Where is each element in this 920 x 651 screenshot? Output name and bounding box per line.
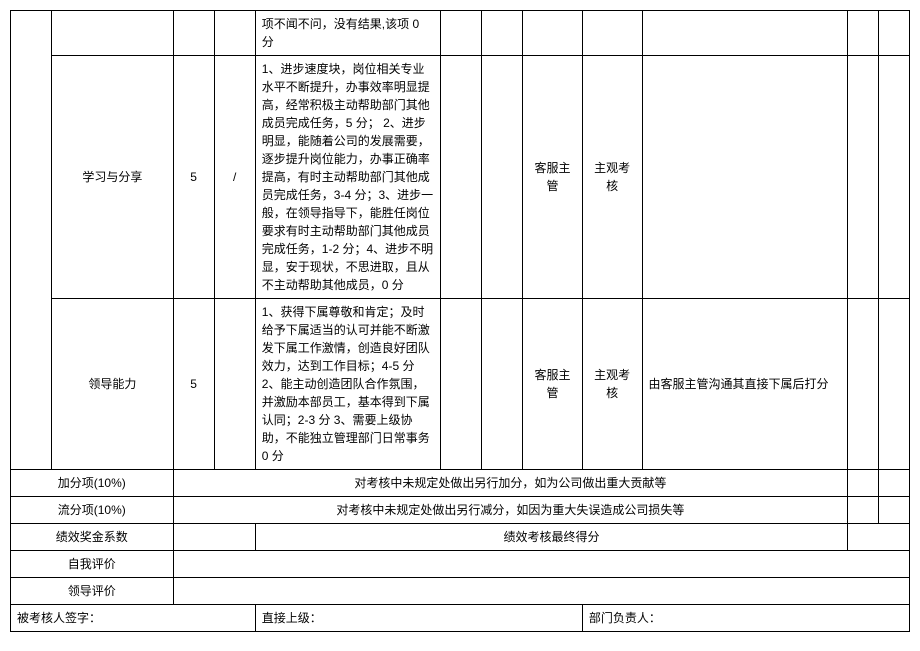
cell-empty [440, 56, 481, 299]
cell-empty [848, 497, 879, 524]
sign-supervisor: 直接上级： [255, 605, 582, 632]
leader-label: 领导评价 [11, 578, 174, 605]
table-row: 学习与分享 5 / 1、进步速度块，岗位相关专业水平不断提升，办事效率明显提高，… [11, 56, 910, 299]
cell-empty [440, 11, 481, 56]
deduct-desc: 对考核中未规定处做出另行减分，如因为重大失误造成公司损失等 [173, 497, 848, 524]
cell-empty [11, 11, 52, 470]
deduct-row: 流分项(10%) 对考核中未规定处做出另行减分，如因为重大失误造成公司损失等 [11, 497, 910, 524]
slash-cell: / [214, 56, 255, 299]
bonus-label: 加分项(10%) [11, 470, 174, 497]
coef-desc: 绩效考核最终得分 [255, 524, 847, 551]
coef-row: 绩效奖金系数 绩效考核最终得分 [11, 524, 910, 551]
evaluator-cell: 客服主管 [523, 56, 583, 299]
cell-empty [879, 497, 910, 524]
leader-eval-row: 领导评价 [11, 578, 910, 605]
cell-empty [214, 299, 255, 470]
cell-empty [879, 56, 910, 299]
coef-label: 绩效奖金系数 [11, 524, 174, 551]
cell-empty [482, 56, 523, 299]
item-cell: 领导能力 [52, 299, 173, 470]
cell-empty [173, 524, 255, 551]
deduct-label: 流分项(10%) [11, 497, 174, 524]
cell-empty [214, 11, 255, 56]
bonus-row: 加分项(10%) 对考核中未规定处做出另行加分，如为公司做出重大贡献等 [11, 470, 910, 497]
note-cell: 由客服主管沟通其直接下属后打分 [642, 299, 848, 470]
method-cell: 主观考核 [582, 56, 642, 299]
item-cell: 学习与分享 [52, 56, 173, 299]
weight-cell: 5 [173, 56, 214, 299]
cell-empty [523, 11, 583, 56]
cell-empty [848, 299, 879, 470]
cell-empty [52, 11, 173, 56]
cell-empty [642, 56, 848, 299]
cell-empty [879, 299, 910, 470]
cell-empty [879, 11, 910, 56]
cell-empty [482, 299, 523, 470]
cell-empty [848, 11, 879, 56]
cell-empty [173, 551, 910, 578]
self-label: 自我评价 [11, 551, 174, 578]
cell-empty [642, 11, 848, 56]
cell-empty [482, 11, 523, 56]
weight-cell: 5 [173, 299, 214, 470]
sign-dept: 部门负责人： [582, 605, 909, 632]
cell-empty [848, 524, 910, 551]
table-row: 项不闻不问，没有结果,该项 0 分 [11, 11, 910, 56]
appraisal-table: 项不闻不问，没有结果,该项 0 分 学习与分享 5 / 1、进步速度块，岗位相关… [10, 10, 910, 632]
self-eval-row: 自我评价 [11, 551, 910, 578]
cell-empty [848, 470, 879, 497]
criteria-cell: 项不闻不问，没有结果,该项 0 分 [255, 11, 440, 56]
cell-empty [582, 11, 642, 56]
evaluator-cell: 客服主管 [523, 299, 583, 470]
table-row: 领导能力 5 1、获得下属尊敬和肯定；及时给予下属适当的认可并能不断激发下属工作… [11, 299, 910, 470]
sign-assessee: 被考核人签字： [11, 605, 256, 632]
cell-empty [440, 299, 481, 470]
cell-empty [173, 11, 214, 56]
cell-empty [848, 56, 879, 299]
method-cell: 主观考核 [582, 299, 642, 470]
criteria-cell: 1、进步速度块，岗位相关专业水平不断提升，办事效率明显提高，经常积极主动帮助部门… [255, 56, 440, 299]
cell-empty [173, 578, 910, 605]
criteria-cell: 1、获得下属尊敬和肯定；及时给予下属适当的认可并能不断激发下属工作激情，创造良好… [255, 299, 440, 470]
cell-empty [879, 470, 910, 497]
bonus-desc: 对考核中未规定处做出另行加分，如为公司做出重大贡献等 [173, 470, 848, 497]
signature-row: 被考核人签字： 直接上级： 部门负责人： [11, 605, 910, 632]
